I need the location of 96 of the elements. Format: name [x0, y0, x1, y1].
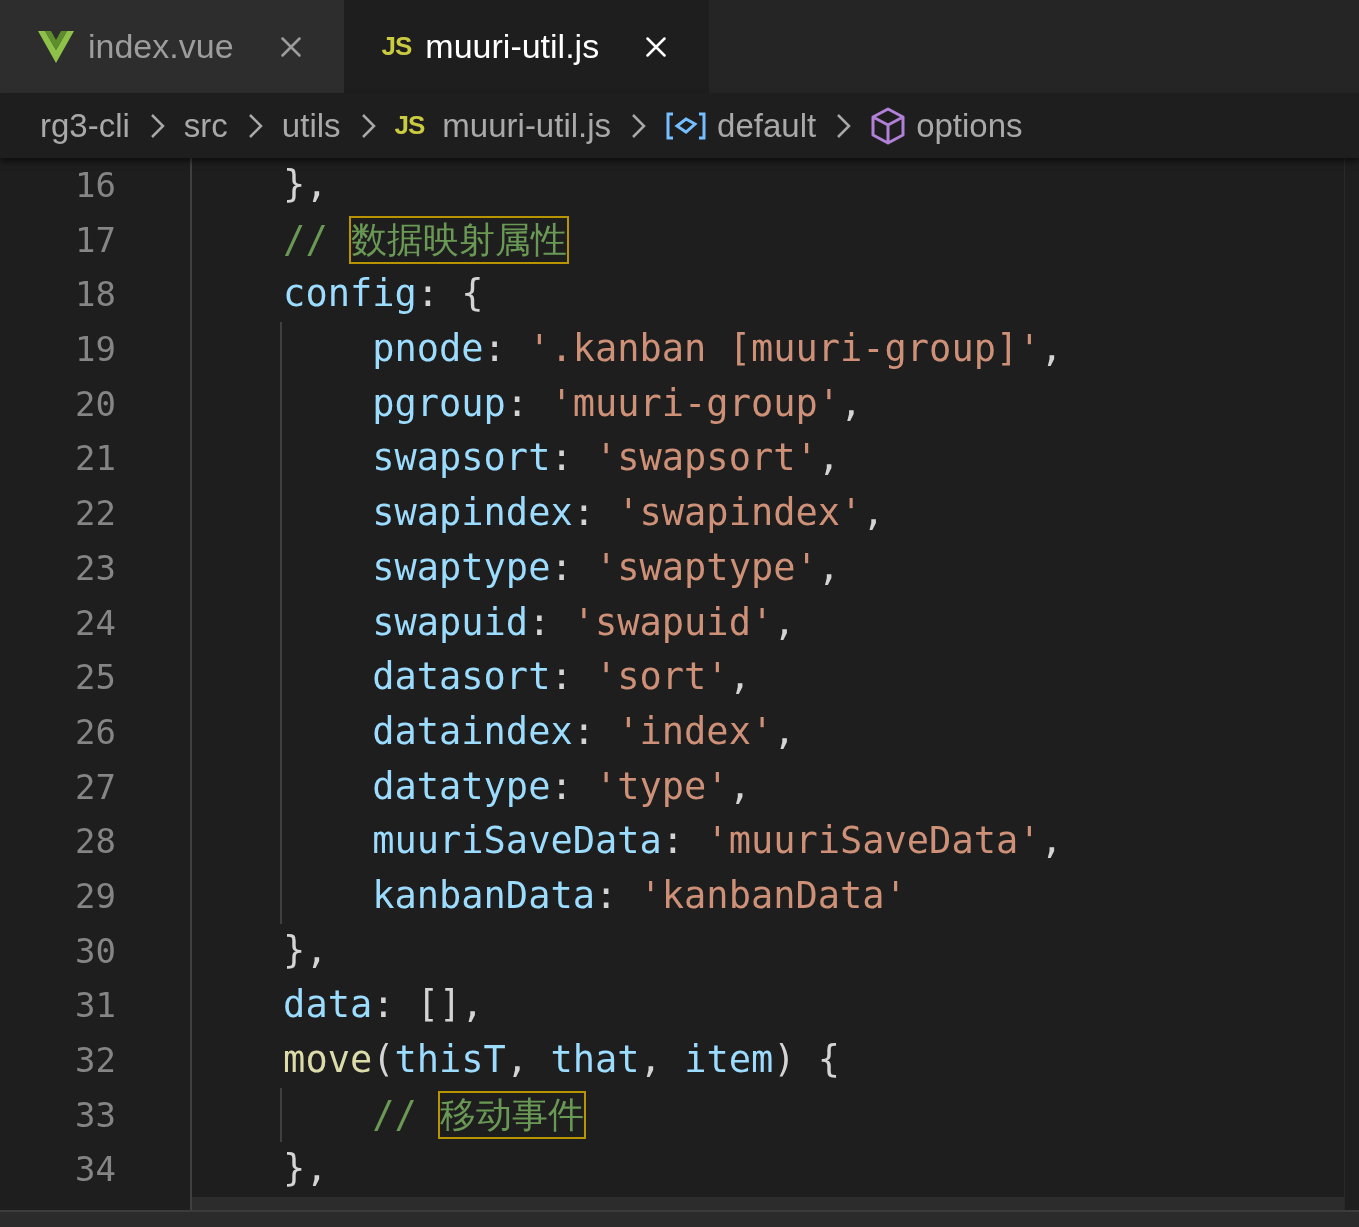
line-number: 18	[74, 273, 117, 317]
code-token: 'muuriSaveData'	[706, 818, 1041, 865]
line-number: 31	[74, 984, 117, 1028]
code-token: ,	[1040, 326, 1063, 373]
code-token: move	[282, 1037, 373, 1083]
code-token: ,	[728, 763, 751, 810]
line-number: 24	[74, 601, 117, 645]
tab-label: muuri-util.js	[425, 27, 600, 66]
code-token: 'sort'	[595, 654, 729, 701]
code-token: (	[372, 1037, 395, 1083]
code-token: 'index'	[617, 708, 774, 755]
code-token: ,	[773, 599, 796, 646]
line-number: 33	[74, 1093, 117, 1137]
code-token: :	[550, 654, 574, 701]
code-token: pgroup	[371, 380, 506, 427]
code-token: 'swaptype'	[595, 544, 818, 591]
line-number: 23	[74, 546, 117, 590]
code-token: datatype	[371, 763, 551, 810]
line-number: 22	[74, 492, 117, 536]
line-number: 17	[74, 218, 117, 262]
code-token: ,	[840, 380, 863, 427]
code-token: swapindex	[371, 490, 573, 537]
code-token: },	[282, 927, 328, 974]
js-file-icon: JS	[394, 110, 425, 141]
code-token: thisT	[394, 1037, 506, 1083]
breadcrumb-item[interactable]: src	[183, 106, 228, 145]
code-token: 'swapindex'	[617, 490, 863, 537]
vue-logo-icon	[38, 30, 74, 63]
breadcrumb-item[interactable]: rg3-cli	[40, 106, 130, 145]
code-token: ,	[1040, 818, 1063, 865]
breadcrumb-item[interactable]: muuri-util.js	[442, 106, 612, 145]
line-number: 30	[74, 929, 117, 973]
breadcrumb-item[interactable]: default	[717, 106, 817, 145]
line-number: 19	[74, 328, 117, 372]
line-number: 26	[74, 710, 117, 754]
code-token: ,	[817, 544, 841, 591]
editor-tab[interactable]: index.vue	[0, 0, 344, 93]
code-token: ,	[505, 1037, 530, 1083]
code-token: item	[684, 1037, 774, 1083]
code-token: ) {	[773, 1037, 841, 1083]
code-token: :	[528, 599, 552, 646]
code-token: :	[550, 763, 574, 810]
code-token: data	[282, 982, 373, 1029]
module-icon	[665, 110, 708, 141]
code-token: :	[483, 326, 507, 373]
code-token: //	[371, 1091, 418, 1138]
code-token: : [],	[372, 982, 484, 1029]
code-token: 'swapsort'	[595, 435, 818, 482]
tab-label: index.vue	[88, 27, 234, 66]
code-token: 'type'	[595, 763, 729, 810]
code-token: muuriSaveData	[371, 818, 662, 865]
breadcrumb-item[interactable]: utils	[281, 106, 341, 145]
code-token: },	[282, 162, 328, 208]
code-token: dataindex	[371, 708, 573, 755]
code-token: 'swapuid'	[572, 599, 774, 646]
code-token: ,	[639, 1037, 663, 1083]
code-token: :	[550, 544, 574, 591]
code-token: :	[594, 872, 619, 919]
code-token: '.kanban [muuri-group]'	[528, 326, 1041, 373]
highlighted-comment: 数据映射属性	[349, 216, 568, 264]
code-token: :	[572, 490, 596, 537]
code-token: ,	[817, 435, 841, 482]
line-number: 21	[74, 437, 117, 481]
code-token: :	[550, 435, 574, 482]
code-token: pnode	[371, 326, 484, 373]
code-token: config	[282, 271, 417, 318]
line-number: 27	[74, 765, 117, 809]
code-token: ,	[773, 708, 796, 755]
line-number: 16	[74, 164, 117, 207]
code-token: that	[550, 1037, 640, 1083]
code-token: ,	[862, 490, 885, 537]
code-token: 'kanbanData'	[639, 872, 907, 919]
code-token: ,	[728, 654, 751, 701]
code-token: datasort	[371, 654, 551, 701]
breadcrumb-item[interactable]: options	[916, 106, 1023, 145]
code-token: kanbanData	[371, 872, 595, 919]
code-token: :	[661, 818, 686, 865]
line-number: 34	[74, 1148, 117, 1192]
js-file-icon: JS	[381, 31, 412, 62]
code-token: :	[505, 380, 530, 427]
code-token: swapuid	[371, 599, 529, 646]
code-token: //	[282, 216, 329, 263]
code-token: : {	[416, 271, 484, 318]
line-number: 32	[74, 1039, 117, 1082]
cube-icon	[870, 106, 907, 145]
line-number: 29	[74, 874, 117, 918]
highlighted-comment: 移动事件	[439, 1091, 586, 1139]
line-number: 20	[74, 382, 117, 426]
code-token: :	[572, 708, 596, 755]
code-token: swapsort	[371, 435, 551, 482]
code-token: swaptype	[371, 544, 551, 591]
code-token: },	[282, 1146, 328, 1193]
line-number: 25	[74, 656, 117, 700]
line-number: 28	[74, 820, 117, 864]
editor-tab[interactable]: JS muuri-util.js	[343, 0, 710, 93]
code-token: 'muuri-group'	[550, 380, 841, 427]
